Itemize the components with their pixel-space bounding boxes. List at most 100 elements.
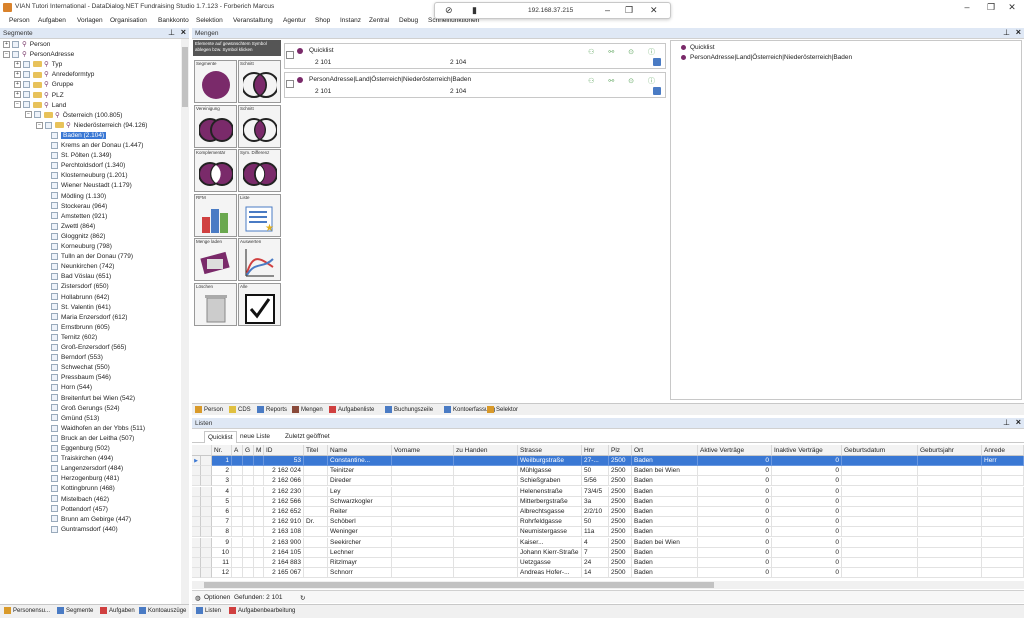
tab-2[interactable]: Aufgaben — [100, 607, 135, 614]
checkbox[interactable] — [51, 283, 58, 291]
tree-leaf[interactable]: Bruck an der Leitha (507) — [51, 434, 134, 444]
checkbox[interactable] — [12, 40, 19, 48]
row-indicator[interactable] — [192, 568, 201, 579]
checkbox[interactable] — [51, 353, 58, 361]
column-header[interactable]: Geburtsdatum — [842, 445, 918, 456]
column-header[interactable]: Titel — [304, 445, 328, 456]
scroll-thumb[interactable] — [204, 582, 714, 588]
tree-vertical-scrollbar[interactable] — [181, 39, 189, 610]
remote-minimize-icon[interactable]: – — [605, 5, 610, 15]
tree-node[interactable]: − ⚲ Niederösterreich (94.126) — [36, 121, 147, 131]
column-header[interactable]: ID — [264, 445, 304, 456]
schnitt-tool[interactable]: Schnitt — [238, 60, 281, 103]
tree-leaf[interactable]: Pressbaum (546) — [51, 373, 111, 383]
tree-node[interactable]: − ⚲ Österreich (100.805) — [25, 111, 122, 121]
checkbox[interactable] — [286, 80, 294, 88]
checkbox[interactable] — [51, 404, 58, 412]
grid-horizontal-scrollbar[interactable] — [192, 581, 1024, 589]
checkbox[interactable] — [51, 384, 58, 392]
tree-leaf[interactable]: Guntramsdorf (440) — [51, 525, 118, 535]
liste-tool[interactable]: Liste ★ — [238, 193, 281, 237]
vereinigung-tool[interactable]: Vereinigung — [194, 104, 237, 148]
tree-leaf[interactable]: Zistersdorf (650) — [51, 282, 109, 292]
module-tab-mengen[interactable]: Mengen — [292, 406, 323, 413]
sym-differenz-tool[interactable]: Sym. Differenz — [238, 149, 281, 192]
checkbox[interactable] — [51, 252, 58, 260]
checkbox[interactable] — [51, 363, 58, 371]
remote-restore-icon[interactable]: ❐ — [625, 5, 633, 16]
checkbox[interactable] — [51, 182, 58, 190]
checkbox[interactable] — [51, 222, 58, 230]
checkbox[interactable] — [51, 505, 58, 513]
column-header[interactable]: A — [232, 445, 243, 456]
mengen-tree-item[interactable]: Quicklist — [681, 44, 715, 51]
checkbox[interactable] — [51, 374, 58, 382]
checkbox[interactable] — [23, 60, 30, 68]
checkbox[interactable] — [51, 303, 58, 311]
checkbox[interactable] — [51, 151, 58, 159]
tree-node[interactable]: + ⚲ Anredeformtyp — [14, 70, 94, 80]
tree-leaf[interactable]: Horn (544) — [51, 383, 92, 393]
column-header[interactable]: Name — [328, 445, 392, 456]
menu-shop[interactable]: Shop — [315, 17, 330, 24]
tree-leaf[interactable]: Stockerau (964) — [51, 202, 107, 212]
module-tab-reports[interactable]: Reports — [257, 406, 287, 413]
close-icon[interactable]: × — [1016, 27, 1021, 37]
tree-leaf[interactable]: Eggenburg (502) — [51, 444, 110, 454]
tree-leaf[interactable]: Tulln an der Donau (779) — [51, 252, 133, 262]
checkbox[interactable] — [51, 454, 58, 462]
expand-icon[interactable]: + — [14, 91, 21, 99]
alle-tool[interactable]: Alle — [238, 282, 281, 326]
tree-node[interactable]: − ⚲ PersonAdresse — [3, 50, 74, 60]
tree-leaf[interactable]: Schwechat (550) — [51, 363, 110, 373]
tree-leaf[interactable]: Neunkirchen (742) — [51, 262, 114, 272]
bottom-tab-1[interactable]: Aufgabenbearbeitung — [229, 607, 295, 614]
tree-leaf[interactable]: Klosterneuburg (1.201) — [51, 171, 128, 181]
checkbox[interactable] — [45, 121, 52, 129]
module-tab-buchungszeile[interactable]: Buchungszeile — [385, 406, 433, 413]
tree-leaf[interactable]: Traiskirchen (494) — [51, 454, 113, 464]
tree-leaf[interactable]: Zwettl (864) — [51, 222, 95, 232]
checkbox[interactable] — [51, 161, 58, 169]
collapse-icon[interactable]: − — [14, 101, 21, 109]
tree-node[interactable]: + ⚲ Person — [3, 40, 50, 50]
options-icon[interactable]: ◍ — [195, 594, 201, 602]
card-action-icons[interactable]: ⚇ ⚯ ⊙ ⓘ — [588, 76, 661, 86]
komplementaer-tool[interactable]: Komplementär — [194, 149, 237, 192]
tree-leaf[interactable]: Amstetten (921) — [51, 212, 107, 222]
checkbox[interactable] — [51, 202, 58, 210]
refresh-icon[interactable]: ↻ — [300, 594, 305, 602]
tree-leaf[interactable]: Bad Vöslau (651) — [51, 272, 111, 282]
tree-leaf[interactable]: Groß Gerungs (524) — [51, 404, 120, 414]
tree-node[interactable]: + ⚲ PLZ — [14, 91, 64, 101]
column-header[interactable]: Ort — [632, 445, 698, 456]
tree-leaf[interactable]: Krems an der Donau (1.447) — [51, 141, 143, 151]
checkbox[interactable] — [286, 51, 294, 59]
checkbox[interactable] — [51, 141, 58, 149]
tree-leaf[interactable]: Gmünd (513) — [51, 414, 99, 424]
loeschen-tool[interactable]: Löschen — [194, 282, 237, 326]
tree-leaf[interactable]: Langenzersdorf (484) — [51, 464, 123, 474]
pin-icon[interactable]: ⊥ — [168, 28, 175, 37]
schnitt-tool-2[interactable]: Schnitt — [238, 104, 281, 148]
checkbox[interactable] — [51, 242, 58, 250]
tab-0[interactable]: Personensu... — [4, 607, 50, 614]
collapse-icon[interactable]: − — [25, 111, 32, 119]
tree-leaf[interactable]: Hollabrunn (642) — [51, 293, 109, 303]
checkbox[interactable] — [51, 172, 58, 180]
checkbox[interactable] — [51, 293, 58, 301]
tree-node[interactable]: − ⚲ Land — [14, 101, 66, 111]
signal-off-icon[interactable]: ⊘ — [445, 5, 453, 16]
row-indicator[interactable] — [192, 507, 201, 517]
column-header[interactable]: Strasse — [518, 445, 582, 456]
checkbox[interactable] — [51, 464, 58, 472]
remote-close-icon[interactable]: ✕ — [650, 5, 658, 16]
tree-leaf[interactable]: Breitenfurt bei Wien (542) — [51, 394, 135, 404]
rfm-tool[interactable]: RFM — [194, 193, 237, 237]
column-header[interactable]: Inaktive Verträge — [772, 445, 842, 456]
row-indicator[interactable] — [192, 466, 201, 477]
checkbox[interactable] — [51, 434, 58, 442]
column-header[interactable]: Nr. — [212, 445, 232, 456]
checkbox[interactable] — [23, 101, 30, 109]
menu-organisation[interactable]: Organisation — [110, 17, 147, 24]
